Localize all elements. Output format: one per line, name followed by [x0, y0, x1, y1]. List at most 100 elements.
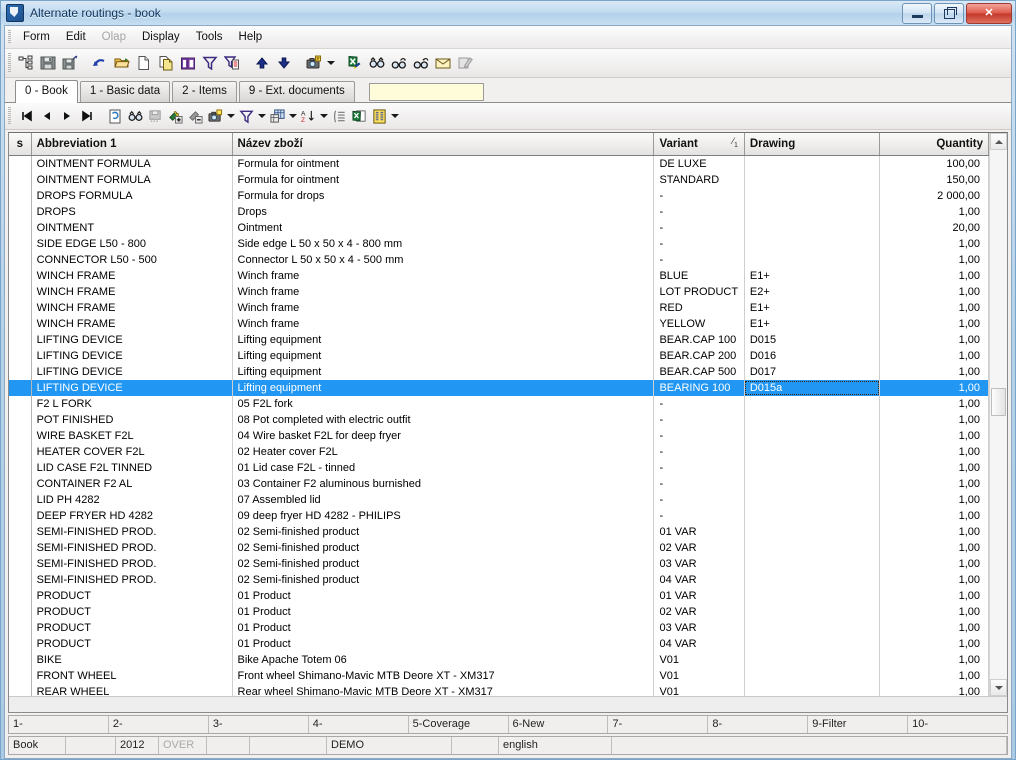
cell-drawing[interactable]	[744, 588, 881, 604]
first-record-icon[interactable]	[17, 106, 37, 126]
menu-item-tools[interactable]: Tools	[188, 29, 231, 45]
cell-variant[interactable]: -	[653, 188, 745, 204]
cell-quantity[interactable]: 1,00	[879, 204, 989, 220]
cell-abbreviation1[interactable]: PRODUCT	[31, 588, 233, 604]
cell-abbreviation1[interactable]: CONTAINER F2 AL	[31, 476, 233, 492]
cell-nazev[interactable]: 07 Assembled lid	[232, 492, 655, 508]
fkey-9-filter[interactable]: 9-Filter	[808, 716, 909, 733]
cell-drawing[interactable]	[744, 604, 881, 620]
cell-quantity[interactable]: 1,00	[879, 364, 989, 380]
mail-icon[interactable]	[432, 52, 454, 74]
cell-nazev[interactable]: Lifting equipment	[232, 332, 655, 348]
menu-item-form[interactable]: Form	[15, 29, 58, 45]
table-row[interactable]: WIRE BASKET F2L 04 Wire basket F2L for de…	[9, 428, 989, 444]
cell-nazev[interactable]: Formula for ointment	[232, 155, 655, 172]
cell-nazev[interactable]: 08 Pot completed with electric outfit	[232, 412, 655, 428]
column-header-variant[interactable]: Variant ⁄1	[653, 133, 745, 156]
table-row[interactable]: SIDE EDGE L50 - 800 Side edge L 50 x 50 x…	[9, 236, 989, 252]
cell-s[interactable]	[9, 460, 32, 476]
table-row[interactable]: PRODUCT 01 Product 02 VAR 1,00	[9, 604, 989, 620]
cell-s[interactable]	[9, 588, 32, 604]
cell-abbreviation1[interactable]: LIFTING DEVICE	[31, 380, 233, 396]
book-icon[interactable]	[177, 52, 199, 74]
cell-quantity[interactable]: 1,00	[879, 444, 989, 460]
cell-quantity[interactable]: 1,00	[879, 476, 989, 492]
camera-icon[interactable]	[205, 106, 225, 126]
cell-drawing[interactable]	[744, 412, 881, 428]
column-header-abbreviation1[interactable]: Abbreviation 1	[31, 133, 233, 156]
fkey-2[interactable]: 2-	[109, 716, 209, 733]
cell-nazev[interactable]: 02 Heater cover F2L	[232, 444, 655, 460]
cell-s[interactable]	[9, 492, 32, 508]
cell-nazev[interactable]: Ointment	[232, 220, 655, 236]
cell-s[interactable]	[9, 572, 32, 588]
cell-drawing[interactable]: D015a	[744, 380, 881, 396]
copy-icon[interactable]	[155, 52, 177, 74]
scroll-up-button[interactable]	[990, 133, 1007, 150]
cell-s[interactable]	[9, 556, 32, 572]
cell-drawing[interactable]	[744, 428, 881, 444]
cell-drawing[interactable]	[744, 155, 881, 172]
cell-abbreviation1[interactable]: OINTMENT	[31, 220, 233, 236]
cell-drawing[interactable]: E2+	[744, 284, 881, 300]
column-setup-dropdown-icon[interactable]	[287, 105, 298, 127]
cell-variant[interactable]: STANDARD	[653, 172, 745, 188]
sort-dropdown-icon[interactable]	[318, 105, 329, 127]
find-icon[interactable]	[125, 106, 145, 126]
fkey-5-coverage[interactable]: 5-Coverage	[409, 716, 509, 733]
cell-abbreviation1[interactable]: SEMI-FINISHED PROD.	[31, 572, 233, 588]
cell-variant[interactable]: 04 VAR	[653, 572, 745, 588]
filter-list-icon[interactable]	[221, 52, 243, 74]
cell-abbreviation1[interactable]: SIDE EDGE L50 - 800	[31, 236, 233, 252]
filter-dropdown-icon[interactable]	[256, 105, 267, 127]
scrollbar-thumb[interactable]	[991, 388, 1006, 417]
find-icon[interactable]	[366, 52, 388, 74]
cell-variant[interactable]: V01	[653, 668, 745, 684]
cell-nazev[interactable]: 01 Product	[232, 620, 655, 636]
cell-nazev[interactable]: Winch frame	[232, 316, 655, 332]
cell-variant[interactable]: -	[653, 476, 745, 492]
maximize-button[interactable]	[934, 3, 964, 24]
cell-nazev[interactable]: Winch frame	[232, 300, 655, 316]
cell-drawing[interactable]	[744, 252, 881, 268]
cell-drawing[interactable]	[744, 668, 881, 684]
table-row[interactable]: POT FINISHED 08 Pot completed with electr…	[9, 412, 989, 428]
cell-variant[interactable]: BEAR.CAP 200	[653, 348, 745, 364]
cell-abbreviation1[interactable]: CONNECTOR L50 - 500	[31, 252, 233, 268]
cell-abbreviation1[interactable]: PRODUCT	[31, 620, 233, 636]
cell-s[interactable]	[9, 268, 32, 284]
cell-drawing[interactable]	[744, 188, 881, 204]
previous-record-icon[interactable]	[37, 106, 57, 126]
cell-nazev[interactable]: 05 F2L fork	[232, 396, 655, 412]
cell-drawing[interactable]	[744, 460, 881, 476]
fkey-8[interactable]: 8-	[708, 716, 809, 733]
cell-nazev[interactable]: Winch frame	[232, 268, 655, 284]
find-prev-icon[interactable]	[410, 52, 432, 74]
table-row[interactable]: LIFTING DEVICE Lifting equipment BEAR.CAP …	[9, 364, 989, 380]
cell-drawing[interactable]	[744, 652, 881, 668]
cell-variant[interactable]: 02 VAR	[653, 540, 745, 556]
table-row[interactable]: LID PH 4282 07 Assembled lid - 1,00	[9, 492, 989, 508]
fkey-1[interactable]: 1-	[9, 716, 109, 733]
table-row[interactable]: F2 L FORK 05 F2L fork - 1,00	[9, 396, 989, 412]
cell-nazev[interactable]: Connector L 50 x 50 x 4 - 500 mm	[232, 252, 655, 268]
cell-drawing[interactable]: D016	[744, 348, 881, 364]
cell-abbreviation1[interactable]: OINTMENT FORMULA	[31, 155, 233, 172]
cell-nazev[interactable]: 02 Semi-finished product	[232, 540, 655, 556]
cell-variant[interactable]: LOT PRODUCT	[653, 284, 745, 300]
cell-abbreviation1[interactable]: WINCH FRAME	[31, 316, 233, 332]
table-row[interactable]: LID CASE F2L TINNED 01 Lid case F2L - tin…	[9, 460, 989, 476]
fkey-10[interactable]: 10-	[908, 716, 1007, 733]
cell-abbreviation1[interactable]: DROPS	[31, 204, 233, 220]
cell-drawing[interactable]: E1+	[744, 300, 881, 316]
table-row[interactable]: DROPS FORMULA Formula for drops - 2 000,00	[9, 188, 989, 204]
cell-quantity[interactable]: 1,00	[879, 556, 989, 572]
table-row[interactable]: PRODUCT 01 Product 04 VAR 1,00	[9, 636, 989, 652]
cell-s[interactable]	[9, 332, 32, 348]
cell-s[interactable]	[9, 636, 32, 652]
cell-drawing[interactable]: D015	[744, 332, 881, 348]
cell-variant[interactable]: 01 VAR	[653, 524, 745, 540]
cell-s[interactable]	[9, 428, 32, 444]
grid-vertical-scrollbar[interactable]	[989, 133, 1007, 696]
cell-variant[interactable]: 02 VAR	[653, 604, 745, 620]
